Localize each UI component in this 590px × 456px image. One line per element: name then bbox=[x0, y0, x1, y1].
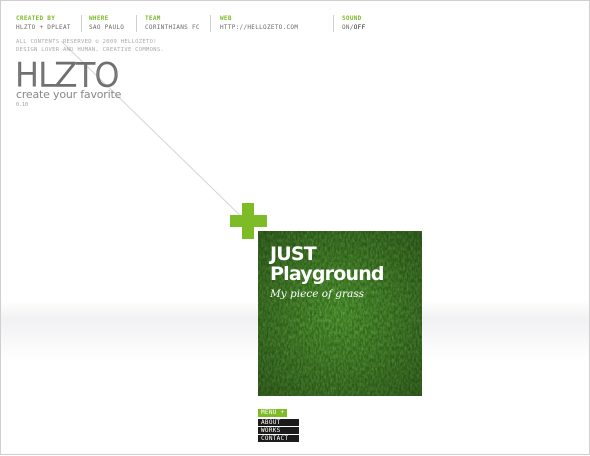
info-where: WHERE SAO PAULO bbox=[89, 15, 124, 32]
info-value: CORINTHIANS FC bbox=[145, 24, 200, 31]
info-web: WEB HTTP://HELLOZETO.COM bbox=[220, 15, 298, 32]
info-label: CREATED BY bbox=[16, 15, 56, 22]
page-background: CREATED BY HLZTO + DPLEAT WHERE SAO PAUL… bbox=[0, 0, 590, 455]
sound-label: SOUND bbox=[342, 15, 362, 22]
sound-on-toggle[interactable]: ON bbox=[342, 24, 350, 31]
main-menu: MENU + ABOUT WORKS CONTACT bbox=[258, 399, 299, 442]
logo[interactable]: HLZTO bbox=[14, 58, 120, 92]
copyright-line: DESIGN LOVER AND HUMAN, CREATIVE COMMONS… bbox=[16, 47, 165, 53]
menu-item-contact[interactable]: CONTACT bbox=[258, 435, 299, 442]
info-value: SAO PAULO bbox=[89, 24, 125, 31]
info-created-by: CREATED BY HLZTO + DPLEAT bbox=[16, 15, 71, 32]
card-title: JUST Playground bbox=[270, 243, 385, 285]
menu-item-about[interactable]: ABOUT bbox=[258, 419, 299, 426]
logo-tagline: create your favorite bbox=[16, 88, 122, 101]
info-team: TEAM CORINTHIANS FC bbox=[145, 15, 200, 32]
divider bbox=[210, 15, 211, 32]
copyright-line: ALL CONTENTS RESERVED © 2009 HELLOZETO! bbox=[16, 39, 157, 45]
website-link[interactable]: HTTP://HELLOZETO.COM bbox=[220, 23, 298, 32]
info-value: HLZTO + DPLEAT bbox=[16, 24, 71, 31]
sound-control: SOUND ON/OFF bbox=[342, 15, 366, 32]
version-label: 0.10 bbox=[16, 102, 29, 108]
info-label: WHERE bbox=[89, 15, 109, 22]
info-label: WEB bbox=[220, 15, 232, 22]
copyright-notice: ALL CONTENTS RESERVED © 2009 HELLOZETO! … bbox=[16, 38, 164, 54]
info-label: TEAM bbox=[145, 15, 161, 22]
featured-card[interactable]: JUST Playground My piece of grass bbox=[258, 231, 422, 396]
menu-item-works[interactable]: WORKS bbox=[258, 427, 299, 434]
sound-off-toggle[interactable]: OFF bbox=[354, 24, 366, 31]
divider bbox=[333, 15, 334, 32]
menu-toggle-button[interactable]: MENU + bbox=[258, 409, 288, 417]
divider bbox=[136, 15, 137, 32]
divider bbox=[81, 15, 82, 32]
card-subtitle: My piece of grass bbox=[270, 288, 365, 300]
